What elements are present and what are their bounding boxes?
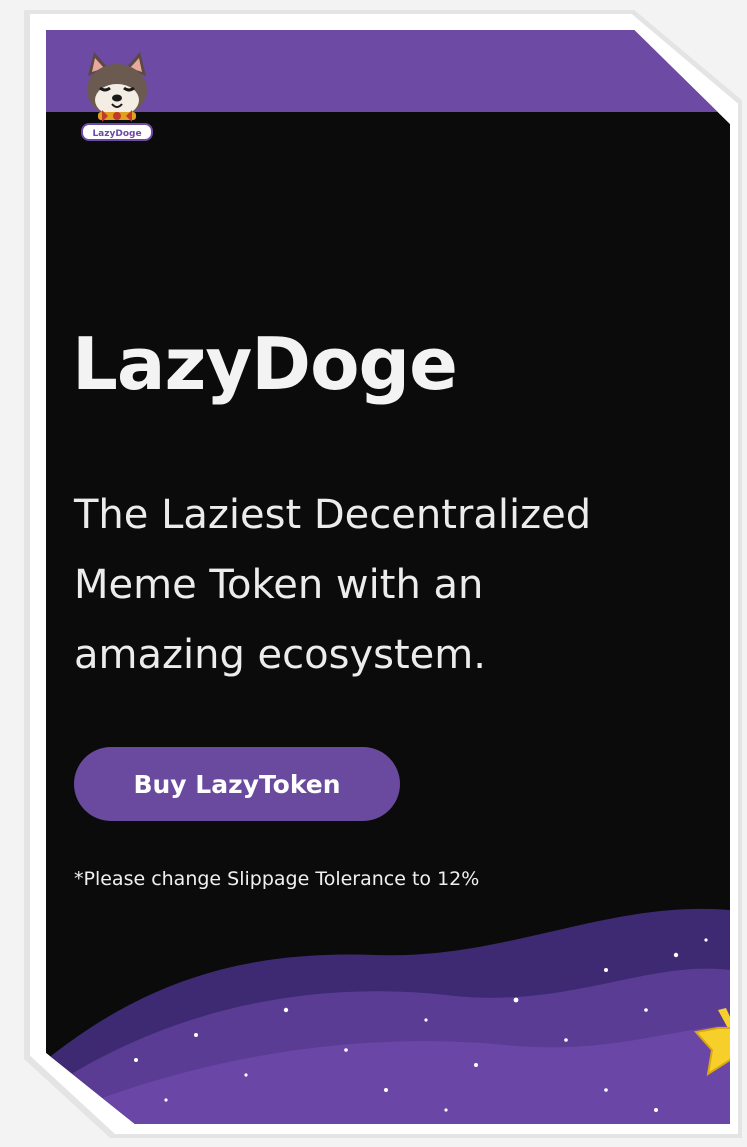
tagline-line: amazing ecosystem. [74, 632, 486, 678]
doge-mascot-icon: LazyDoge [81, 52, 153, 141]
tagline: The Laziest Decentralized Meme Token wit… [74, 480, 694, 690]
tagline-line: The Laziest Decentralized [74, 492, 592, 538]
buy-lazytoken-button[interactable]: Buy LazyToken [74, 747, 400, 821]
ad-card[interactable]: LazyDoge LazyDoge The Laziest Decentrali… [46, 30, 730, 1124]
logo-text: LazyDoge [92, 129, 141, 139]
tagline-line: Meme Token with an [74, 562, 484, 608]
galaxy-waves [46, 908, 730, 1124]
page-title: LazyDoge [72, 322, 458, 406]
